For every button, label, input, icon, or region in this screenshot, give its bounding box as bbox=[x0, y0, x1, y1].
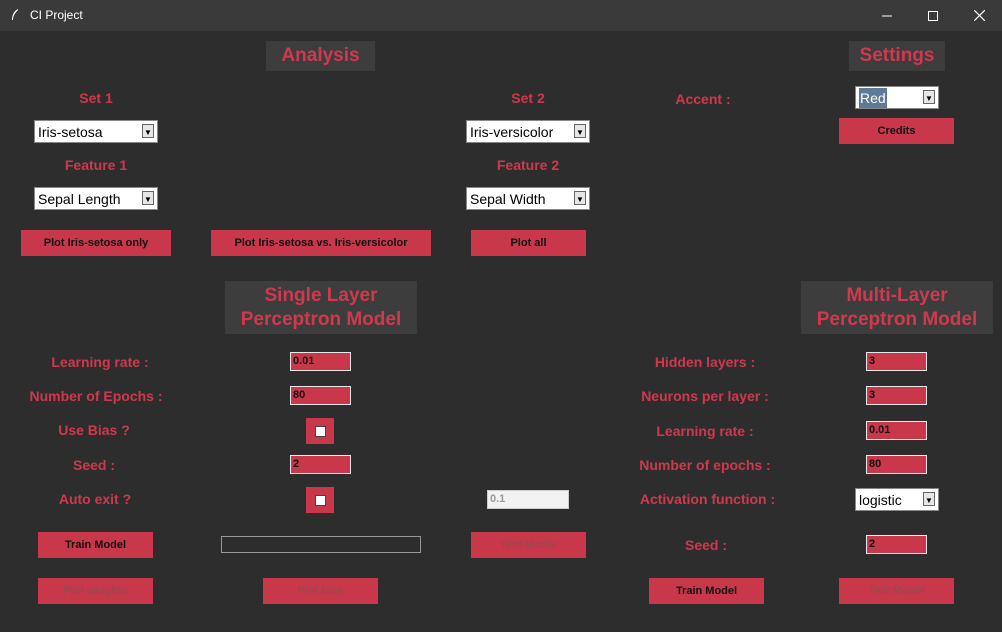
slp-epochs-input[interactable]: 80 bbox=[290, 386, 351, 405]
maximize-icon bbox=[928, 10, 938, 21]
slp-use-bias-label: Use Bias ? bbox=[58, 422, 130, 438]
set2-label: Set 2 bbox=[511, 90, 545, 106]
slp-progress-bar bbox=[221, 536, 421, 553]
window-title: CI Project bbox=[30, 8, 83, 22]
mlp-seed-label: Seed : bbox=[684, 537, 727, 553]
slp-header-line2: Perceptron Model bbox=[240, 308, 402, 330]
set1-select[interactable]: Iris-setosa ▼ bbox=[34, 120, 158, 143]
mlp-neurons-label: Neurons per layer : bbox=[641, 388, 769, 404]
mlp-test-label: Test Model bbox=[868, 585, 925, 597]
mlp-neurons-input[interactable]: 3 bbox=[866, 386, 927, 405]
accent-select[interactable]: Red ▼ bbox=[855, 86, 939, 109]
slp-train-button[interactable]: Train Model bbox=[38, 532, 153, 558]
feather-icon bbox=[10, 8, 20, 22]
slp-learning-rate-label: Learning rate : bbox=[51, 354, 149, 370]
chevron-down-icon[interactable]: ▼ bbox=[923, 90, 935, 104]
mlp-header-line2: Perceptron Model bbox=[816, 308, 978, 330]
mlp-learning-rate-input[interactable]: 0.01 bbox=[866, 421, 927, 440]
plot-vs-button[interactable]: Plot Iris-setosa vs. Iris-versicolor bbox=[211, 230, 431, 256]
plot-single-button[interactable]: Plot Iris-setosa only bbox=[21, 230, 171, 256]
maximize-button[interactable] bbox=[910, 0, 956, 31]
chevron-down-icon[interactable]: ▼ bbox=[142, 124, 154, 138]
mlp-activation-label: Activation function : bbox=[639, 491, 776, 507]
checkbox-box bbox=[314, 494, 326, 506]
analysis-header-text: Analysis bbox=[281, 45, 360, 66]
title-bar: CI Project bbox=[0, 0, 1002, 31]
slp-use-bias-checkbox[interactable] bbox=[306, 418, 334, 444]
credits-button-label: Credits bbox=[877, 125, 916, 137]
close-icon bbox=[973, 10, 985, 21]
plot-all-button[interactable]: Plot all bbox=[471, 230, 586, 256]
mlp-seed-input[interactable]: 2 bbox=[866, 535, 927, 554]
slp-plot-weights-label: Plot weights bbox=[63, 585, 128, 597]
settings-header-text: Settings bbox=[859, 45, 935, 66]
set1-value: Iris-setosa bbox=[38, 124, 103, 140]
slp-header-line1: Single Layer bbox=[264, 284, 378, 306]
mlp-activation-select[interactable]: logistic ▼ bbox=[855, 488, 939, 511]
slp-epochs-label: Number of Epochs : bbox=[29, 388, 163, 404]
feature2-select[interactable]: Sepal Width ▼ bbox=[466, 187, 590, 210]
checkbox-box bbox=[314, 425, 326, 437]
feature1-value: Sepal Length bbox=[38, 191, 121, 207]
slp-auto-exit-checkbox[interactable] bbox=[306, 487, 334, 513]
chevron-down-icon[interactable]: ▼ bbox=[923, 492, 935, 506]
feature2-value: Sepal Width bbox=[470, 191, 546, 207]
minimize-button[interactable] bbox=[864, 0, 910, 31]
plot-single-label: Plot Iris-setosa only bbox=[43, 237, 149, 249]
slp-learning-rate-input[interactable]: 0.01 bbox=[290, 352, 351, 371]
slp-train-label: Train Model bbox=[64, 539, 127, 551]
mlp-train-button[interactable]: Train Model bbox=[649, 578, 764, 604]
chevron-down-icon[interactable]: ▼ bbox=[142, 191, 154, 205]
slp-auto-exit-label: Auto exit ? bbox=[58, 491, 132, 507]
plot-vs-label: Plot Iris-setosa vs. Iris-versicolor bbox=[234, 237, 408, 249]
mlp-epochs-label: Number of epochs : bbox=[639, 457, 771, 473]
settings-header: Settings bbox=[849, 41, 945, 71]
analysis-header: Analysis bbox=[266, 41, 375, 71]
mlp-test-button[interactable]: Test Model bbox=[839, 578, 954, 604]
feature2-label: Feature 2 bbox=[496, 157, 560, 173]
slp-test-button[interactable]: Test Model bbox=[471, 532, 586, 558]
slp-plot-bias-button[interactable]: Plot bias bbox=[263, 578, 378, 604]
chevron-down-icon[interactable]: ▼ bbox=[574, 124, 586, 138]
set1-label: Set 1 bbox=[79, 90, 113, 106]
feature1-label: Feature 1 bbox=[64, 157, 128, 173]
close-button[interactable] bbox=[956, 0, 1002, 31]
credits-button[interactable]: Credits bbox=[839, 118, 954, 144]
slp-header: Single Layer Perceptron Model bbox=[225, 281, 417, 334]
accent-value: Red bbox=[859, 88, 887, 108]
mlp-hidden-layers-label: Hidden layers : bbox=[654, 354, 756, 370]
slp-plot-weights-button[interactable]: Plot weights bbox=[38, 578, 153, 604]
plot-all-label: Plot all bbox=[510, 237, 547, 249]
mlp-learning-rate-label: Learning rate : bbox=[656, 423, 754, 439]
set2-select[interactable]: Iris-versicolor ▼ bbox=[466, 120, 590, 143]
minimize-icon bbox=[882, 15, 892, 16]
mlp-header-line1: Multi-Layer bbox=[846, 284, 948, 306]
mlp-train-label: Train Model bbox=[675, 585, 738, 597]
mlp-header: Multi-Layer Perceptron Model bbox=[801, 281, 993, 334]
slp-auto-exit-threshold-input[interactable]: 0.1 bbox=[487, 490, 569, 509]
mlp-hidden-layers-input[interactable]: 3 bbox=[866, 352, 927, 371]
mlp-epochs-input[interactable]: 80 bbox=[866, 455, 927, 474]
set2-value: Iris-versicolor bbox=[470, 124, 554, 140]
accent-label: Accent : bbox=[675, 91, 731, 107]
mlp-activation-value: logistic bbox=[859, 492, 902, 508]
slp-plot-bias-label: Plot bias bbox=[297, 585, 344, 597]
slp-test-label: Test Model bbox=[500, 539, 557, 551]
slp-seed-label: Seed : bbox=[72, 457, 115, 473]
chevron-down-icon[interactable]: ▼ bbox=[574, 191, 586, 205]
slp-seed-input[interactable]: 2 bbox=[290, 455, 351, 474]
feature1-select[interactable]: Sepal Length ▼ bbox=[34, 187, 158, 210]
